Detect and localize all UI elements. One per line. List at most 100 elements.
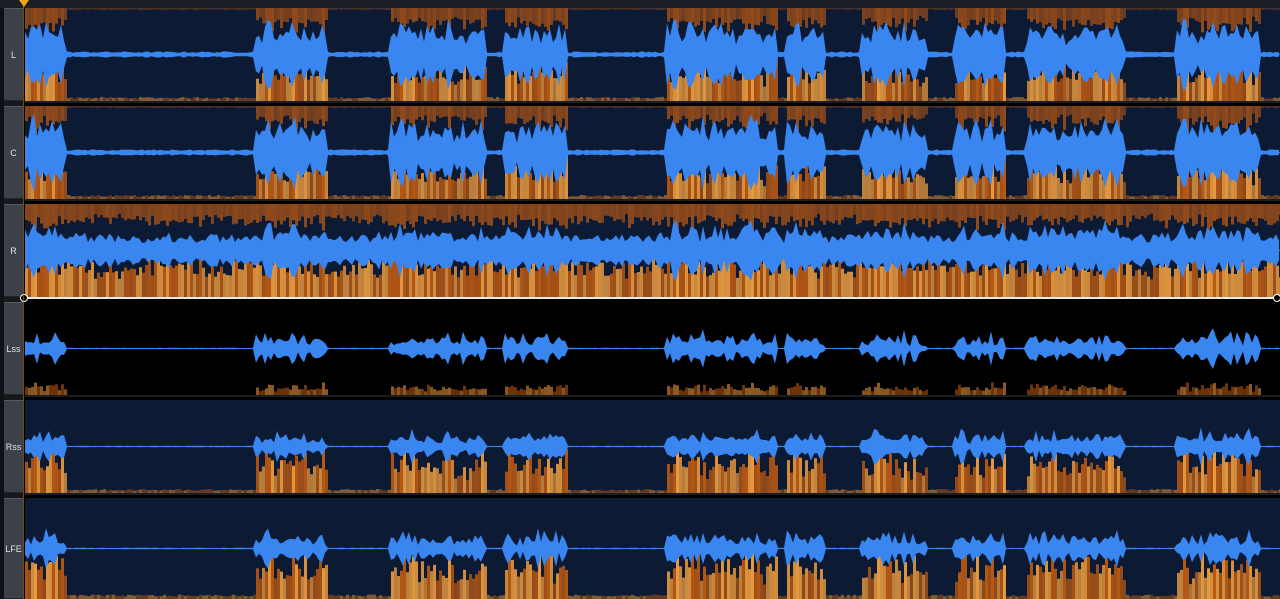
spectrogram-band [1123, 82, 1126, 101]
spectrogram-band [847, 271, 850, 297]
spectrogram-band [142, 106, 145, 108]
spectrogram-band [337, 204, 340, 216]
spectrogram-band [1039, 75, 1042, 101]
spectrogram-band [115, 106, 118, 109]
spectrogram-band [271, 204, 274, 222]
spectrogram-band [787, 8, 790, 22]
channel-label-c[interactable]: C [4, 106, 23, 199]
spectrogram-band [262, 466, 265, 493]
spectrogram-band [409, 106, 412, 124]
spectrogram-band [1063, 204, 1066, 219]
spectrogram-band [304, 106, 307, 129]
spectrogram-view[interactable] [25, 8, 1280, 599]
selection-boundary[interactable] [25, 297, 1280, 299]
spectrogram-band [1003, 8, 1006, 24]
spectrogram-band [1192, 82, 1195, 101]
channel-lane-lfe[interactable] [25, 498, 1280, 599]
spectrogram-band [199, 106, 202, 108]
spectrogram-band [1123, 274, 1126, 297]
spectrogram-band [673, 568, 676, 599]
playhead-line[interactable] [23, 6, 24, 599]
spectrogram-band [739, 8, 742, 20]
spectrogram-band [679, 76, 682, 101]
spectrogram-band [1198, 277, 1201, 297]
spectrogram-band [697, 69, 700, 101]
spectrogram-band [970, 8, 973, 20]
spectrogram-band [103, 106, 106, 108]
channel-label-lfe[interactable]: LFE [4, 498, 23, 599]
spectrogram-band [1099, 8, 1102, 25]
spectrogram-band [175, 106, 178, 108]
spectrogram-band [46, 385, 49, 395]
spectrogram-band [916, 174, 919, 199]
spectrogram-band [328, 8, 331, 10]
spectrogram-band [628, 8, 631, 10]
spectrogram-band [976, 106, 979, 123]
spectrogram-band [313, 8, 316, 22]
spectrogram-band [577, 8, 580, 10]
spectrogram-band [802, 79, 805, 101]
spectrogram-band [133, 269, 136, 297]
spectrogram-band [424, 577, 427, 599]
selection-handle-right[interactable] [1273, 294, 1280, 302]
spectrogram-band [1144, 204, 1147, 218]
spectrogram-band [919, 572, 922, 599]
channel-lane-rss[interactable] [25, 400, 1280, 493]
spectrogram-band [163, 8, 166, 10]
spectrogram-band [259, 265, 262, 297]
channel-label-lss[interactable]: Lss [4, 302, 23, 395]
spectrogram-band [139, 267, 142, 297]
spectrogram-band [163, 106, 166, 108]
spectrogram-band [1276, 265, 1279, 297]
spectrogram-band [1198, 75, 1201, 101]
spectrogram-band [1087, 106, 1090, 118]
timeline-ruler[interactable] [0, 0, 1280, 8]
selection-handle-left[interactable] [20, 294, 28, 302]
spectrogram-band [64, 268, 67, 297]
spectrogram-band [259, 8, 262, 18]
spectrogram-band [1180, 386, 1183, 395]
spectrogram-band [1261, 269, 1264, 297]
spectrogram-band [424, 106, 427, 116]
spectrogram-band [316, 388, 319, 395]
spectrogram-band [1117, 567, 1120, 599]
spectrogram-band [457, 81, 460, 101]
spectrogram-band [91, 106, 94, 108]
spectrogram-band [979, 178, 982, 199]
channel-lane-l[interactable] [25, 8, 1280, 101]
spectrogram-band [889, 204, 892, 228]
spectrogram-band [751, 549, 754, 599]
spectrogram-band [1231, 106, 1234, 124]
spectrogram-band [1075, 462, 1078, 493]
spectrogram-band [781, 257, 784, 297]
spectrogram-band [964, 204, 967, 223]
channel-label-rss[interactable]: Rss [4, 400, 23, 493]
spectrogram-band [790, 387, 793, 395]
spectrogram-band [889, 453, 892, 493]
playhead-marker-icon[interactable] [19, 0, 29, 7]
spectrogram-band [721, 555, 724, 599]
spectrogram-band [340, 270, 343, 297]
channel-lane-lss[interactable] [25, 302, 1280, 395]
spectrogram-band [436, 181, 439, 199]
spectrogram-band [403, 204, 406, 229]
channel-label-r[interactable]: R [4, 204, 23, 297]
channel-lane-r[interactable] [25, 204, 1280, 297]
spectrogram-band [262, 178, 265, 199]
spectrogram-band [85, 106, 88, 108]
spectrogram-band [775, 386, 778, 395]
spectrogram-band [247, 106, 250, 109]
spectrogram-band [844, 106, 847, 109]
spectrogram-band [922, 8, 925, 19]
spectrogram-band [325, 106, 328, 122]
spectrogram-band [217, 271, 220, 297]
spectrogram-band [40, 8, 43, 24]
channel-lane-c[interactable] [25, 106, 1280, 199]
spectrogram-band [1036, 204, 1039, 218]
spectrogram-band [385, 265, 388, 297]
spectrogram-band [439, 8, 442, 25]
spectrogram-band [856, 8, 859, 10]
spectrogram-band [766, 8, 769, 25]
channel-label-l[interactable]: L [4, 8, 23, 101]
spectrogram-band [1087, 8, 1090, 21]
